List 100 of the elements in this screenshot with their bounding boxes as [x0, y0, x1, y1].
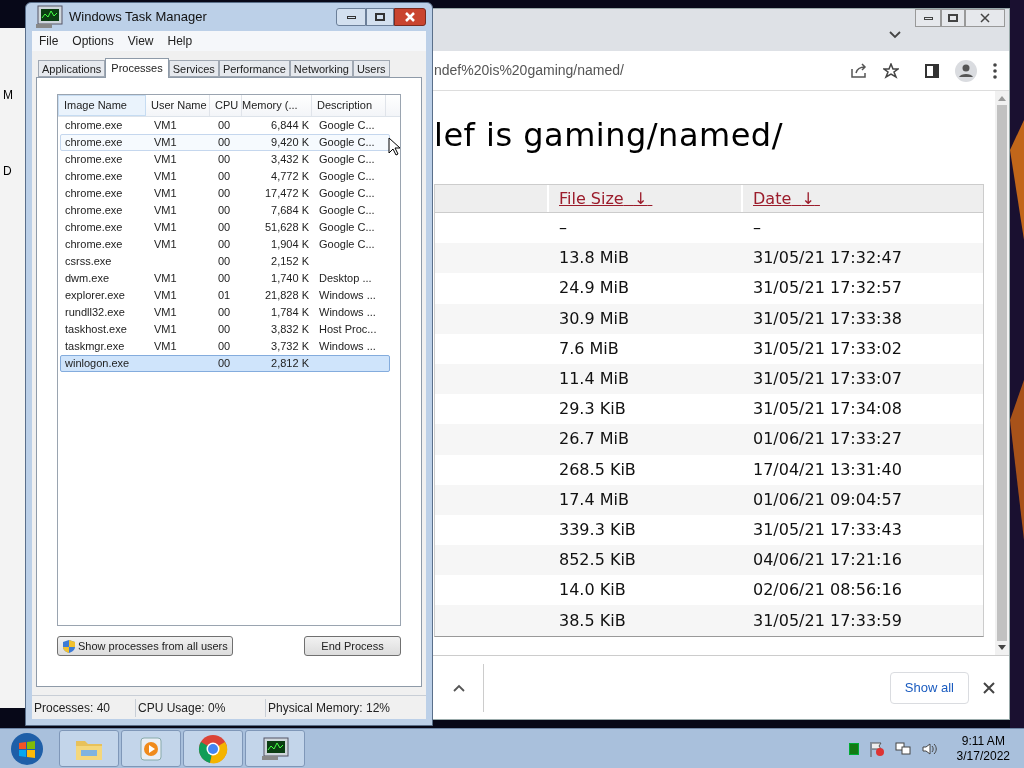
status-text: Processes: 40: [34, 700, 111, 715]
table-cell: Windows ...: [319, 340, 376, 353]
status-text: Physical Memory: 12%: [268, 700, 391, 715]
sort-link[interactable]: Date ↓: [753, 186, 820, 211]
table-cell: VM1: [154, 204, 177, 217]
network-icon[interactable]: [894, 740, 911, 757]
table-cell: VM1: [154, 340, 177, 353]
process-row[interactable]: dwm.exe VM1 00 1,740 K Desktop ...: [60, 270, 390, 287]
chevron-up-icon[interactable]: [452, 683, 465, 692]
flag-icon[interactable]: [868, 740, 885, 757]
table-cell: 31/05/21 17:32:57: [753, 278, 902, 298]
table-cell: 31/05/21 17:34:08: [753, 399, 902, 419]
table-cell: 17/04/21 13:31:40: [753, 459, 902, 479]
process-row[interactable]: chrome.exe VM1 00 4,772 K Google C...: [60, 168, 390, 185]
table-cell: VM1: [154, 170, 177, 183]
tab[interactable]: Processes: [105, 58, 169, 78]
clock-time[interactable]: 9:11 AM: [961, 733, 1005, 749]
table-cell-text: taskmgr.exe: [64, 339, 126, 355]
process-row[interactable]: chrome.exe VM1 00 3,432 K Google C...: [60, 151, 390, 168]
minimize-button[interactable]: [336, 8, 366, 26]
close-button[interactable]: [965, 9, 1005, 27]
shield-icon: [62, 638, 76, 654]
end-process-button[interactable]: End Process: [304, 636, 401, 656]
table-cell: 31/05/21 17:33:07: [753, 369, 902, 389]
clock-date[interactable]: 3/17/2022: [956, 748, 1010, 764]
maximize-button[interactable]: [941, 9, 965, 27]
table-cell: Host Proc...: [319, 323, 377, 336]
scrollbar[interactable]: [995, 91, 1009, 655]
table-cell: 29.3 KiB: [559, 399, 626, 419]
process-row[interactable]: explorer.exe VM1 01 21,828 K Windows ...: [60, 287, 390, 304]
tab[interactable]: Networking: [289, 60, 353, 77]
table-cell: Google C...: [319, 153, 375, 166]
menu-item[interactable]: Options: [72, 32, 114, 50]
close-button[interactable]: [394, 8, 426, 26]
tab[interactable]: Applications: [38, 60, 106, 77]
star-icon[interactable]: [883, 62, 899, 79]
table-cell: Google C...: [319, 221, 375, 234]
table-cell: 00: [218, 153, 231, 166]
table-cell: VM1: [154, 306, 177, 319]
column-header[interactable]: Image Name: [58, 95, 146, 116]
table-cell: Windows ...: [319, 306, 376, 319]
speaker-icon[interactable]: [920, 740, 937, 757]
menu-item[interactable]: View: [127, 32, 154, 50]
process-row[interactable]: chrome.exe VM1 00 1,904 K Google C...: [60, 236, 390, 253]
column-header[interactable]: User Name: [146, 95, 210, 116]
tray-square-icon[interactable]: [848, 742, 859, 755]
tab[interactable]: Services: [168, 60, 219, 77]
show-all-processes-button[interactable]: Show processes from all users: [57, 636, 233, 656]
show-all-button[interactable]: Show all: [889, 671, 969, 704]
process-row[interactable]: winlogon.exe 00 2,812 K: [60, 355, 390, 372]
table-cell-text: taskhost.exe: [64, 322, 128, 338]
table-cell: 04/06/21 17:21:16: [753, 550, 902, 570]
process-row[interactable]: rundll32.exe VM1 00 1,784 K Windows ...: [60, 304, 390, 321]
sort-link[interactable]: File Size ↓: [559, 186, 653, 211]
url-text[interactable]: ndef%20is%20gaming/named/: [434, 60, 851, 81]
table-cell: Google C...: [319, 187, 375, 200]
table-cell-text: chrome.exe: [64, 169, 124, 185]
table-cell: Desktop ...: [319, 272, 372, 285]
table-cell: 31/05/21 17:33:43: [753, 519, 902, 539]
column-header[interactable]: Memory (...: [242, 95, 312, 116]
sidebar-icon[interactable]: [925, 63, 939, 78]
page-heading: lef is gaming/named/: [434, 117, 783, 153]
table-cell: 51,628 K: [264, 221, 309, 234]
table-cell: Google C...: [319, 136, 375, 149]
process-row[interactable]: chrome.exe VM1 00 17,472 K Google C...: [60, 185, 390, 202]
column-header[interactable]: CPU: [210, 95, 242, 116]
process-row[interactable]: csrss.exe 00 2,152 K: [60, 253, 390, 270]
table-cell: 13.8 MiB: [559, 248, 629, 268]
close-icon[interactable]: [983, 681, 995, 694]
play-icon: [138, 735, 164, 762]
table-cell: 3,432 K: [271, 153, 309, 166]
process-row[interactable]: chrome.exe VM1 00 7,684 K Google C...: [60, 202, 390, 219]
column-header[interactable]: Description: [312, 95, 386, 116]
process-row[interactable]: chrome.exe VM1 00 51,628 K Google C...: [60, 219, 390, 236]
minimize-button[interactable]: [915, 9, 941, 27]
table-cell: 00: [218, 255, 231, 268]
table-cell: 17,472 K: [264, 187, 309, 200]
process-row[interactable]: chrome.exe VM1 00 6,844 K Google C...: [60, 117, 390, 134]
table-cell: VM1: [154, 221, 177, 234]
tab[interactable]: Performance: [218, 60, 290, 77]
table-cell: 2,152 K: [271, 255, 309, 268]
maximize-button[interactable]: [366, 8, 394, 26]
share-icon[interactable]: [851, 63, 867, 78]
process-row[interactable]: taskmgr.exe VM1 00 3,732 K Windows ...: [60, 338, 390, 355]
table-cell: 21,828 K: [264, 289, 309, 302]
menu-icon[interactable]: [993, 62, 997, 79]
table-cell: VM1: [154, 289, 177, 302]
menu-item[interactable]: File: [39, 32, 59, 50]
profile-icon[interactable]: [955, 59, 977, 82]
process-row[interactable]: taskhost.exe VM1 00 3,832 K Host Proc...: [60, 321, 390, 338]
table-cell: –: [559, 218, 567, 238]
table-cell: 6,844 K: [271, 119, 309, 132]
process-row[interactable]: chrome.exe VM1 00 9,420 K Google C...: [60, 134, 390, 151]
table-cell: 00: [218, 323, 231, 336]
tab[interactable]: Users: [352, 60, 390, 77]
table-cell: VM1: [154, 136, 177, 149]
taskbar-button[interactable]: [245, 730, 305, 767]
menu-item[interactable]: Help: [167, 32, 193, 50]
scrollbar-thumb[interactable]: [997, 105, 1007, 641]
scroll-down-icon[interactable]: [998, 645, 1006, 651]
